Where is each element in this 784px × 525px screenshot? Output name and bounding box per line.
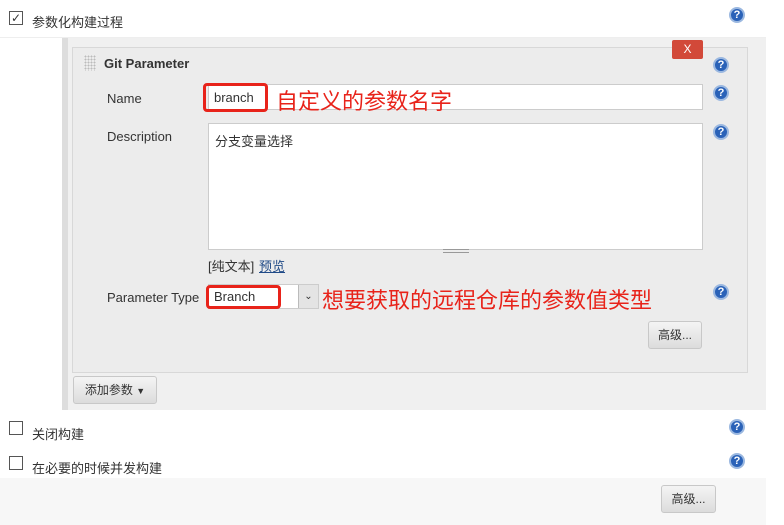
description-label: Description: [107, 129, 173, 144]
type-annotation: 想要获取的远程仓库的参数值类型: [322, 288, 653, 313]
delete-button[interactable]: X: [672, 40, 703, 59]
add-parameter-button[interactable]: 添加参数 ▼: [73, 376, 157, 404]
disable-build-label: 关闭构建: [32, 427, 85, 442]
git-parameter-title: Git Parameter: [104, 56, 190, 71]
drag-handle-icon[interactable]: [84, 55, 96, 71]
description-value: 分支变量选择: [215, 134, 294, 149]
add-parameter-label: 添加参数: [84, 383, 133, 397]
help-icon[interactable]: ?: [713, 124, 729, 140]
parameter-type-label: Parameter Type: [107, 290, 200, 305]
plain-text-label: [纯文本]: [208, 259, 255, 274]
help-icon[interactable]: ?: [713, 85, 729, 101]
help-icon[interactable]: ?: [729, 453, 745, 469]
name-highlight: [203, 83, 268, 112]
parameterized-build-label: 参数化构建过程: [32, 15, 124, 30]
help-icon[interactable]: ?: [713, 57, 729, 73]
name-label: Name: [107, 91, 142, 106]
help-icon[interactable]: ?: [713, 284, 729, 300]
help-icon[interactable]: ?: [729, 7, 745, 23]
advanced-button[interactable]: 高级...: [648, 321, 702, 349]
help-icon[interactable]: ?: [729, 419, 745, 435]
bottom-area: [0, 478, 766, 525]
concurrent-build-label: 在必要的时候并发构建: [32, 461, 163, 476]
description-textarea[interactable]: 分支变量选择: [208, 123, 703, 250]
caret-down-icon: ▼: [136, 386, 146, 396]
preview-link[interactable]: 预览: [259, 256, 285, 275]
disable-build-checkbox[interactable]: [9, 421, 23, 435]
name-annotation: 自定义的参数名字: [276, 89, 453, 114]
parameterized-build-checkbox[interactable]: ✓: [9, 11, 23, 25]
chevron-down-icon[interactable]: ⌄: [298, 285, 318, 308]
type-highlight: [206, 285, 281, 309]
textarea-resize-handle[interactable]: [443, 249, 469, 253]
concurrent-build-checkbox[interactable]: [9, 456, 23, 470]
advanced-button-bottom[interactable]: 高级...: [661, 485, 716, 513]
